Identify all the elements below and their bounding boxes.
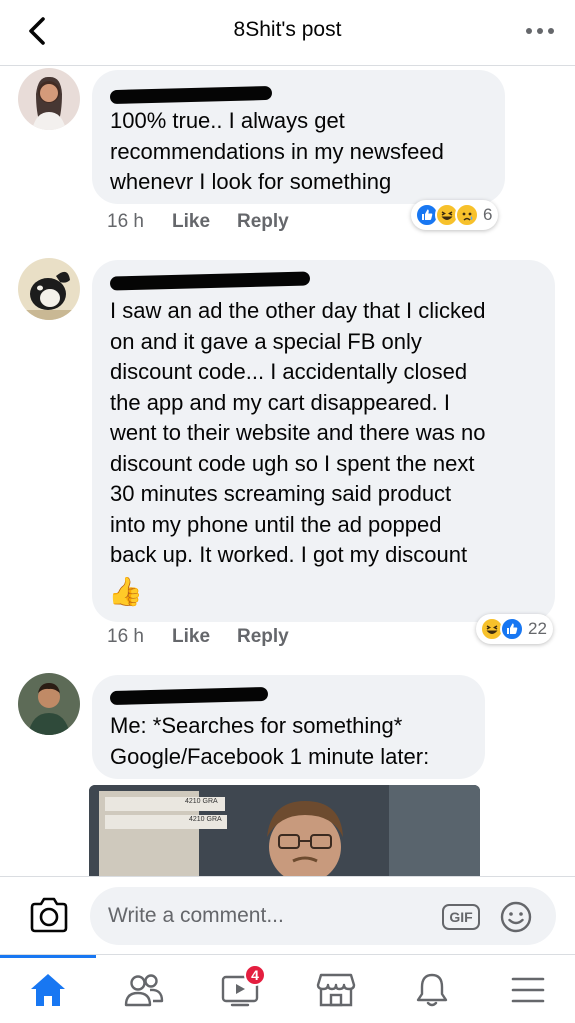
box-label: 4210 GRA	[189, 816, 222, 823]
comment-bubble: 100% true.. I always get recommendations…	[92, 70, 505, 204]
gif-button[interactable]: GIF	[442, 904, 480, 930]
nav-friends[interactable]	[96, 955, 192, 1023]
comment-bubble: Me: *Searches for something* Google/Face…	[92, 675, 485, 779]
box-label: 4210 GRA	[185, 798, 218, 805]
nav-home[interactable]	[0, 955, 96, 1023]
sad-reaction-icon	[455, 203, 479, 227]
page-title: 8Shit's post	[233, 18, 342, 41]
avatar[interactable]	[18, 673, 80, 735]
comment-timestamp: 16 h	[107, 211, 144, 232]
nav-marketplace[interactable]	[288, 955, 384, 1023]
bell-icon	[416, 973, 448, 1006]
reaction-count: 6	[483, 205, 493, 224]
comment-input[interactable]	[108, 887, 428, 945]
bottom-navigation: 4	[0, 954, 575, 1023]
ellipsis-icon	[526, 28, 554, 34]
comment-text: 100% true.. I always get recommendations…	[110, 108, 444, 194]
friends-icon	[124, 973, 164, 1006]
comment-text: I saw an ad the other day that I clicked…	[110, 298, 486, 567]
avatar[interactable]	[18, 68, 80, 130]
camera-button[interactable]	[28, 895, 70, 935]
like-reaction-icon	[500, 617, 524, 641]
like-button[interactable]: Like	[172, 211, 210, 233]
reaction-summary[interactable]: 6	[411, 200, 499, 230]
emoji-button[interactable]	[500, 901, 532, 933]
smiley-icon	[500, 901, 532, 933]
nav-notifications[interactable]	[384, 955, 480, 1023]
menu-icon	[511, 977, 545, 1002]
reaction-summary[interactable]: 22	[476, 614, 553, 644]
comment-text: Me: *Searches for something* Google/Face…	[110, 713, 430, 769]
like-button[interactable]: Like	[172, 626, 210, 648]
notification-badge: 4	[244, 964, 266, 986]
home-icon	[31, 973, 65, 1006]
camera-icon	[30, 897, 68, 933]
avatar[interactable]	[18, 258, 80, 320]
comment-timestamp: 16 h	[107, 626, 144, 647]
thumbs-up-emoji: 👍	[108, 576, 143, 607]
nav-menu[interactable]	[480, 955, 575, 1023]
comment-bubble: I saw an ad the other day that I clicked…	[92, 260, 555, 622]
more-options-button[interactable]	[523, 18, 557, 44]
top-bar: 8Shit's post	[0, 0, 575, 66]
reply-button[interactable]: Reply	[237, 626, 289, 648]
reply-button[interactable]: Reply	[237, 211, 289, 233]
comment-input-box[interactable]: GIF	[90, 887, 556, 945]
active-tab-indicator	[0, 955, 96, 958]
author-name-redacted	[109, 686, 269, 706]
author-name-redacted	[109, 85, 273, 105]
comment-composer: GIF	[0, 876, 575, 954]
author-name-redacted	[109, 271, 311, 291]
reaction-count: 22	[528, 619, 547, 638]
comment-image[interactable]: 4210 GRA 4210 GRA	[89, 785, 480, 876]
marketplace-icon	[316, 973, 356, 1006]
nav-watch[interactable]: 4	[192, 955, 288, 1023]
